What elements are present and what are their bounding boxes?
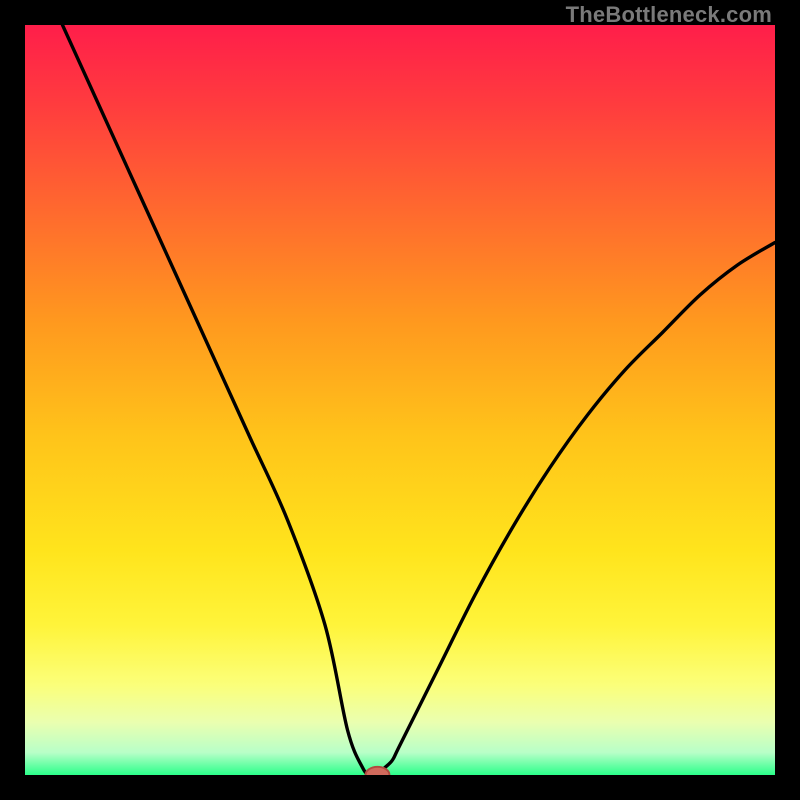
chart-svg	[25, 25, 775, 775]
chart-frame: TheBottleneck.com	[0, 0, 800, 800]
plot-area	[25, 25, 775, 775]
bottleneck-curve	[63, 25, 776, 775]
